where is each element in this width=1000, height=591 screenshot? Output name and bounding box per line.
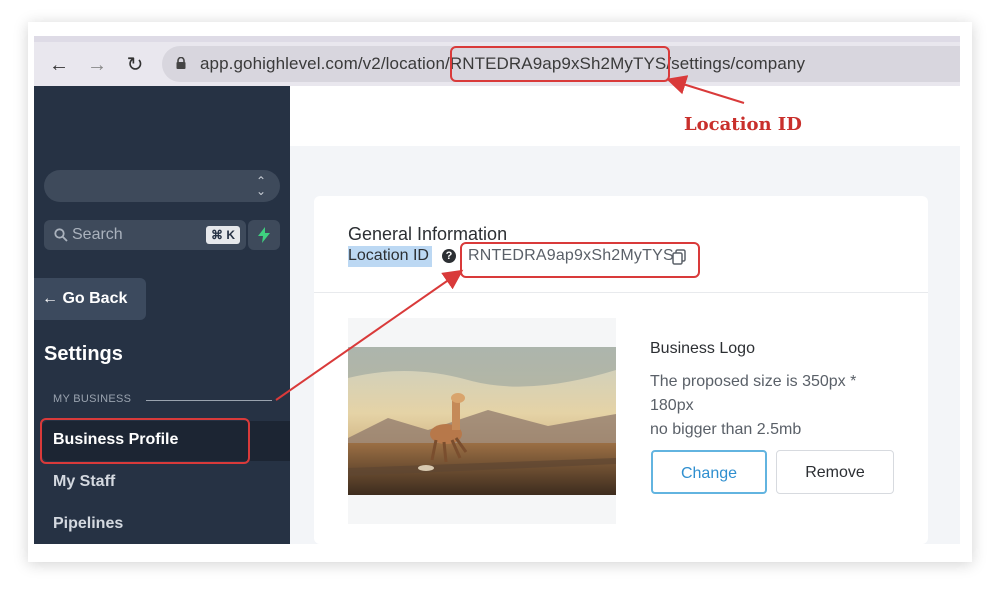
logo-desc-line-2: 180px <box>650 397 694 414</box>
location-id-highlight <box>460 242 700 278</box>
url-location-id-highlight <box>450 46 670 82</box>
go-back-label: Go Back <box>62 290 128 307</box>
search-placeholder: Search <box>72 226 123 243</box>
bolt-icon <box>258 227 270 243</box>
url-suffix: /settings/company <box>666 54 806 73</box>
page-header <box>290 86 960 146</box>
back-arrow-icon[interactable]: ← <box>48 54 70 76</box>
remove-logo-button[interactable]: Remove <box>776 450 894 494</box>
help-icon[interactable]: ? <box>442 249 456 263</box>
sidebar-item-pipelines[interactable]: Pipelines <box>53 515 123 533</box>
settings-title: Settings <box>44 343 123 365</box>
logo-image <box>348 347 616 495</box>
location-id-label: Location ID <box>348 246 432 267</box>
section-divider <box>146 400 272 401</box>
quick-action-button[interactable] <box>248 220 280 250</box>
screenshot: ← → ↻ app.gohighlevel.com/v2/location/RN… <box>34 36 960 544</box>
search-input[interactable]: Search ⌘ K <box>44 220 246 250</box>
url-prefix: app.gohighlevel.com/v2/location/ <box>200 54 450 73</box>
logo-desc-line-3: no bigger than 2.5mb <box>650 421 802 438</box>
sidebar-item-my-staff[interactable]: My Staff <box>53 473 115 491</box>
logo-desc-line-1: The proposed size is 350px * <box>650 373 857 390</box>
forward-arrow-icon[interactable]: → <box>86 54 108 76</box>
sidebar: ⌃ ⌄ Search ⌘ K ← Go Back Settings MY BUSI… <box>34 86 290 544</box>
search-shortcut-badge: ⌘ K <box>206 226 240 244</box>
location-id-annotation: Location ID <box>684 114 802 135</box>
search-icon <box>54 228 68 242</box>
chevron-updown-icon: ⌃ ⌄ <box>255 174 266 198</box>
section-label: MY BUSINESS <box>53 393 132 405</box>
business-logo-description: The proposed size is 350px * 180px no bi… <box>650 370 856 442</box>
location-selector[interactable]: ⌃ ⌄ <box>44 170 280 202</box>
card-divider <box>314 292 928 293</box>
change-logo-button[interactable]: Change <box>651 450 767 494</box>
business-logo-title: Business Logo <box>650 340 755 357</box>
lock-icon <box>176 57 186 69</box>
business-logo-preview <box>348 318 616 524</box>
reload-icon[interactable]: ↻ <box>124 54 146 76</box>
go-back-button[interactable]: ← Go Back <box>34 278 146 320</box>
business-profile-highlight <box>40 418 250 464</box>
